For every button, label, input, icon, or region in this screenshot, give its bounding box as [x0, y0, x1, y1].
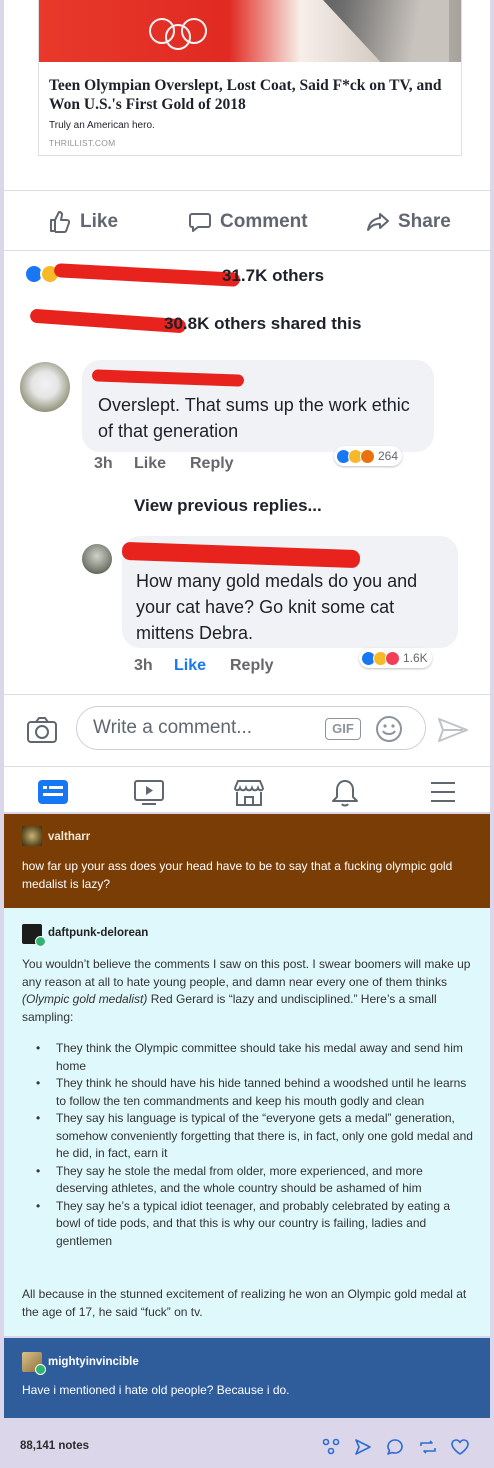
comment-input-placeholder: Write a comment...	[93, 717, 253, 738]
comment-like-link[interactable]: Like	[134, 455, 166, 473]
divider	[4, 190, 490, 191]
tumblr-reblog-daftpunk-delorean: daftpunk-delorean You wouldn’t believe t…	[4, 908, 490, 1336]
list-item: They say his language is typical of the …	[22, 1110, 478, 1163]
comment-label: Comment	[220, 211, 308, 232]
notes-count[interactable]: 88,141 notes	[20, 1440, 89, 1452]
emoji-icon[interactable]	[375, 715, 403, 743]
post-intro: You wouldn’t believe the comments I saw …	[22, 956, 478, 1026]
comment-text: How many gold medals do you and your cat…	[136, 571, 418, 643]
watch-icon[interactable]	[132, 779, 166, 805]
comment-reactions[interactable]: 264	[334, 446, 403, 466]
comment-reply-link[interactable]: Reply	[230, 657, 274, 675]
post-outro: All because in the stunned excitement of…	[22, 1287, 467, 1319]
like-label: Like	[80, 211, 119, 232]
news-feed-icon[interactable]	[36, 779, 70, 805]
comment-bubble: How many gold medals do you and your cat…	[121, 536, 458, 648]
reblog-badge-icon	[35, 936, 46, 947]
reply-icon[interactable]	[386, 1438, 404, 1456]
link-preview-image	[39, 0, 461, 62]
list-item: They think he should have his hide tanne…	[22, 1075, 478, 1110]
comment-like-label: Like	[174, 657, 207, 674]
gif-button[interactable]: GIF	[325, 718, 361, 740]
username[interactable]: mightyinvincible	[48, 1356, 139, 1368]
list-item: They think the Olympic committee should …	[22, 1040, 478, 1075]
comment-icon	[189, 213, 211, 232]
notes-bar: 88,141 notes	[4, 1418, 490, 1468]
reblog-badge-icon	[35, 1364, 46, 1375]
comment-time: 3h	[94, 455, 113, 472]
send-icon[interactable]	[354, 1438, 372, 1456]
marketplace-icon[interactable]	[232, 779, 266, 807]
share-icon	[367, 213, 389, 231]
angry-reaction-icon	[360, 448, 375, 464]
post-background	[4, 1338, 490, 1418]
bottom-tab-bar	[4, 766, 490, 812]
comment-reactions[interactable]: 1.6K	[359, 648, 432, 668]
reactions-summary[interactable]: 31.7K others	[24, 262, 474, 290]
bullet-list: They think the Olympic committee should …	[22, 1040, 478, 1250]
share-label: Share	[398, 211, 451, 232]
page: Teen Olympian Overslept, Lost Coat, Said…	[0, 0, 494, 1468]
tumblr-reblog-valtharr: valtharr how far up your ass does your h…	[4, 814, 490, 908]
divider	[4, 250, 490, 251]
link-subtitle: Truly an American hero.	[49, 120, 155, 131]
shares-count: 30.8K others shared this	[164, 314, 362, 333]
share-network-icon[interactable]	[322, 1438, 340, 1456]
facebook-screenshot: Teen Olympian Overslept, Lost Coat, Said…	[4, 0, 490, 812]
commenter-avatar[interactable]	[20, 362, 70, 412]
list-item: They say he stole the medal from older, …	[22, 1163, 478, 1198]
shares-summary[interactable]: 30.8K others shared this	[24, 308, 474, 338]
tumblr-reblog-mightyinvincible: mightyinvincible Have i mentioned i hate…	[4, 1338, 490, 1418]
love-reaction-icon	[385, 650, 400, 666]
comment-time: 3h	[134, 657, 153, 674]
username[interactable]: valtharr	[48, 831, 90, 843]
username[interactable]: daftpunk-delorean	[48, 927, 148, 939]
view-previous-replies[interactable]: View previous replies...	[134, 496, 322, 516]
comment-reply-link[interactable]: Reply	[190, 455, 234, 473]
comment-like-link[interactable]: Like	[174, 657, 206, 675]
post-actions: Like Comment Share	[4, 198, 490, 250]
redaction-mark	[53, 263, 241, 287]
redaction-mark	[91, 369, 245, 387]
link-preview-card[interactable]: Teen Olympian Overslept, Lost Coat, Said…	[38, 0, 462, 156]
link-title: Teen Olympian Overslept, Lost Coat, Said…	[49, 77, 442, 113]
thumbs-up-icon	[50, 211, 71, 233]
commenter-avatar[interactable]	[82, 544, 112, 574]
post-text: how far up your ass does your head have …	[22, 859, 453, 891]
divider	[4, 694, 490, 695]
menu-icon[interactable]	[428, 779, 458, 805]
intro-text: You wouldn’t believe the comments I saw …	[22, 957, 471, 989]
intro-emphasis: (Olympic gold medalist)	[22, 992, 148, 1006]
reaction-count: 1.6K	[403, 651, 428, 665]
post-text: Have i mentioned i hate old people? Beca…	[22, 1383, 290, 1397]
send-icon[interactable]	[436, 716, 470, 744]
comment-text: Overslept. That sums up the work ethic o…	[98, 395, 410, 441]
comment-input[interactable]: Write a comment... GIF	[76, 706, 426, 750]
bell-icon[interactable]	[330, 779, 360, 807]
comment-bubble: Overslept. That sums up the work ethic o…	[82, 360, 434, 452]
redaction-mark	[29, 308, 187, 334]
share-button[interactable]: Share	[366, 210, 451, 234]
like-button[interactable]: Like	[48, 210, 118, 234]
reblog-icon[interactable]	[418, 1438, 438, 1456]
user-avatar[interactable]	[22, 826, 42, 846]
heart-icon[interactable]	[450, 1438, 470, 1456]
comment-button[interactable]: Comment	[188, 210, 308, 234]
redaction-mark	[121, 541, 361, 569]
write-comment-row: Write a comment... GIF	[4, 702, 490, 758]
reaction-count: 264	[378, 449, 399, 463]
camera-icon[interactable]	[26, 716, 58, 744]
reactions-count: 31.7K others	[222, 266, 325, 285]
link-source: THRILLIST.COM	[49, 138, 116, 148]
list-item: They say he’s a typical idiot teenager, …	[22, 1198, 478, 1251]
